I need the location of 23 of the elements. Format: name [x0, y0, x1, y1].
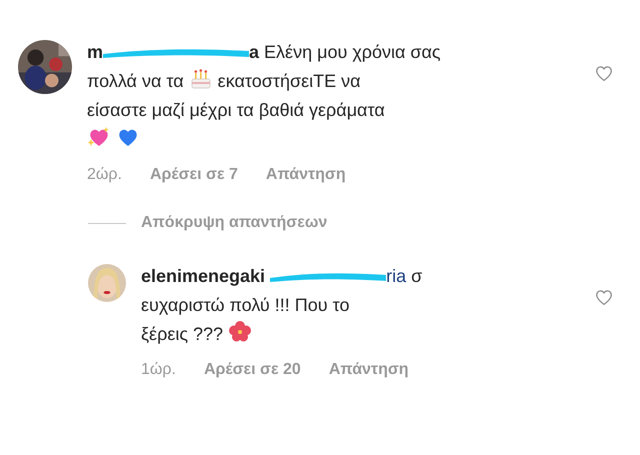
comment-text: Ελένη μου χρόνια σας — [264, 42, 441, 62]
sparkling-heart-icon — [87, 125, 111, 149]
comment-text: είσαστε μαζί μέχρι τα βαθιά γεράματα — [87, 100, 385, 120]
comment-text: εκατοστήσειΤΕ να — [218, 71, 361, 91]
comment-time: 2ώρ. — [87, 166, 122, 184]
likes-count[interactable]: Αρέσει σε 7 — [150, 166, 238, 184]
username[interactable]: m — [87, 42, 104, 62]
cake-icon — [188, 67, 213, 91]
comment-text: σ — [411, 266, 422, 286]
comment-text: ευχαριστώ πολύ !!! Που το — [141, 295, 350, 315]
comment-time: 1ώρ. — [141, 361, 176, 379]
mention-link[interactable]: ria — [386, 266, 406, 286]
reply-link[interactable]: Απάντηση — [328, 361, 409, 379]
comment-text: πολλά να τα — [87, 71, 184, 91]
like-heart-icon[interactable] — [594, 288, 614, 306]
username[interactable]: a — [249, 42, 260, 62]
flower-icon — [228, 320, 252, 344]
hide-replies-link[interactable]: Απόκρυψη απαντήσεων — [141, 214, 328, 232]
username[interactable]: elenimenegaki — [141, 266, 266, 286]
reply-link[interactable]: Απάντηση — [266, 166, 346, 184]
like-heart-icon[interactable] — [594, 64, 614, 82]
comment-text: ξέρεις ??? — [141, 324, 224, 344]
likes-count[interactable]: Αρέσει σε 20 — [204, 361, 301, 379]
